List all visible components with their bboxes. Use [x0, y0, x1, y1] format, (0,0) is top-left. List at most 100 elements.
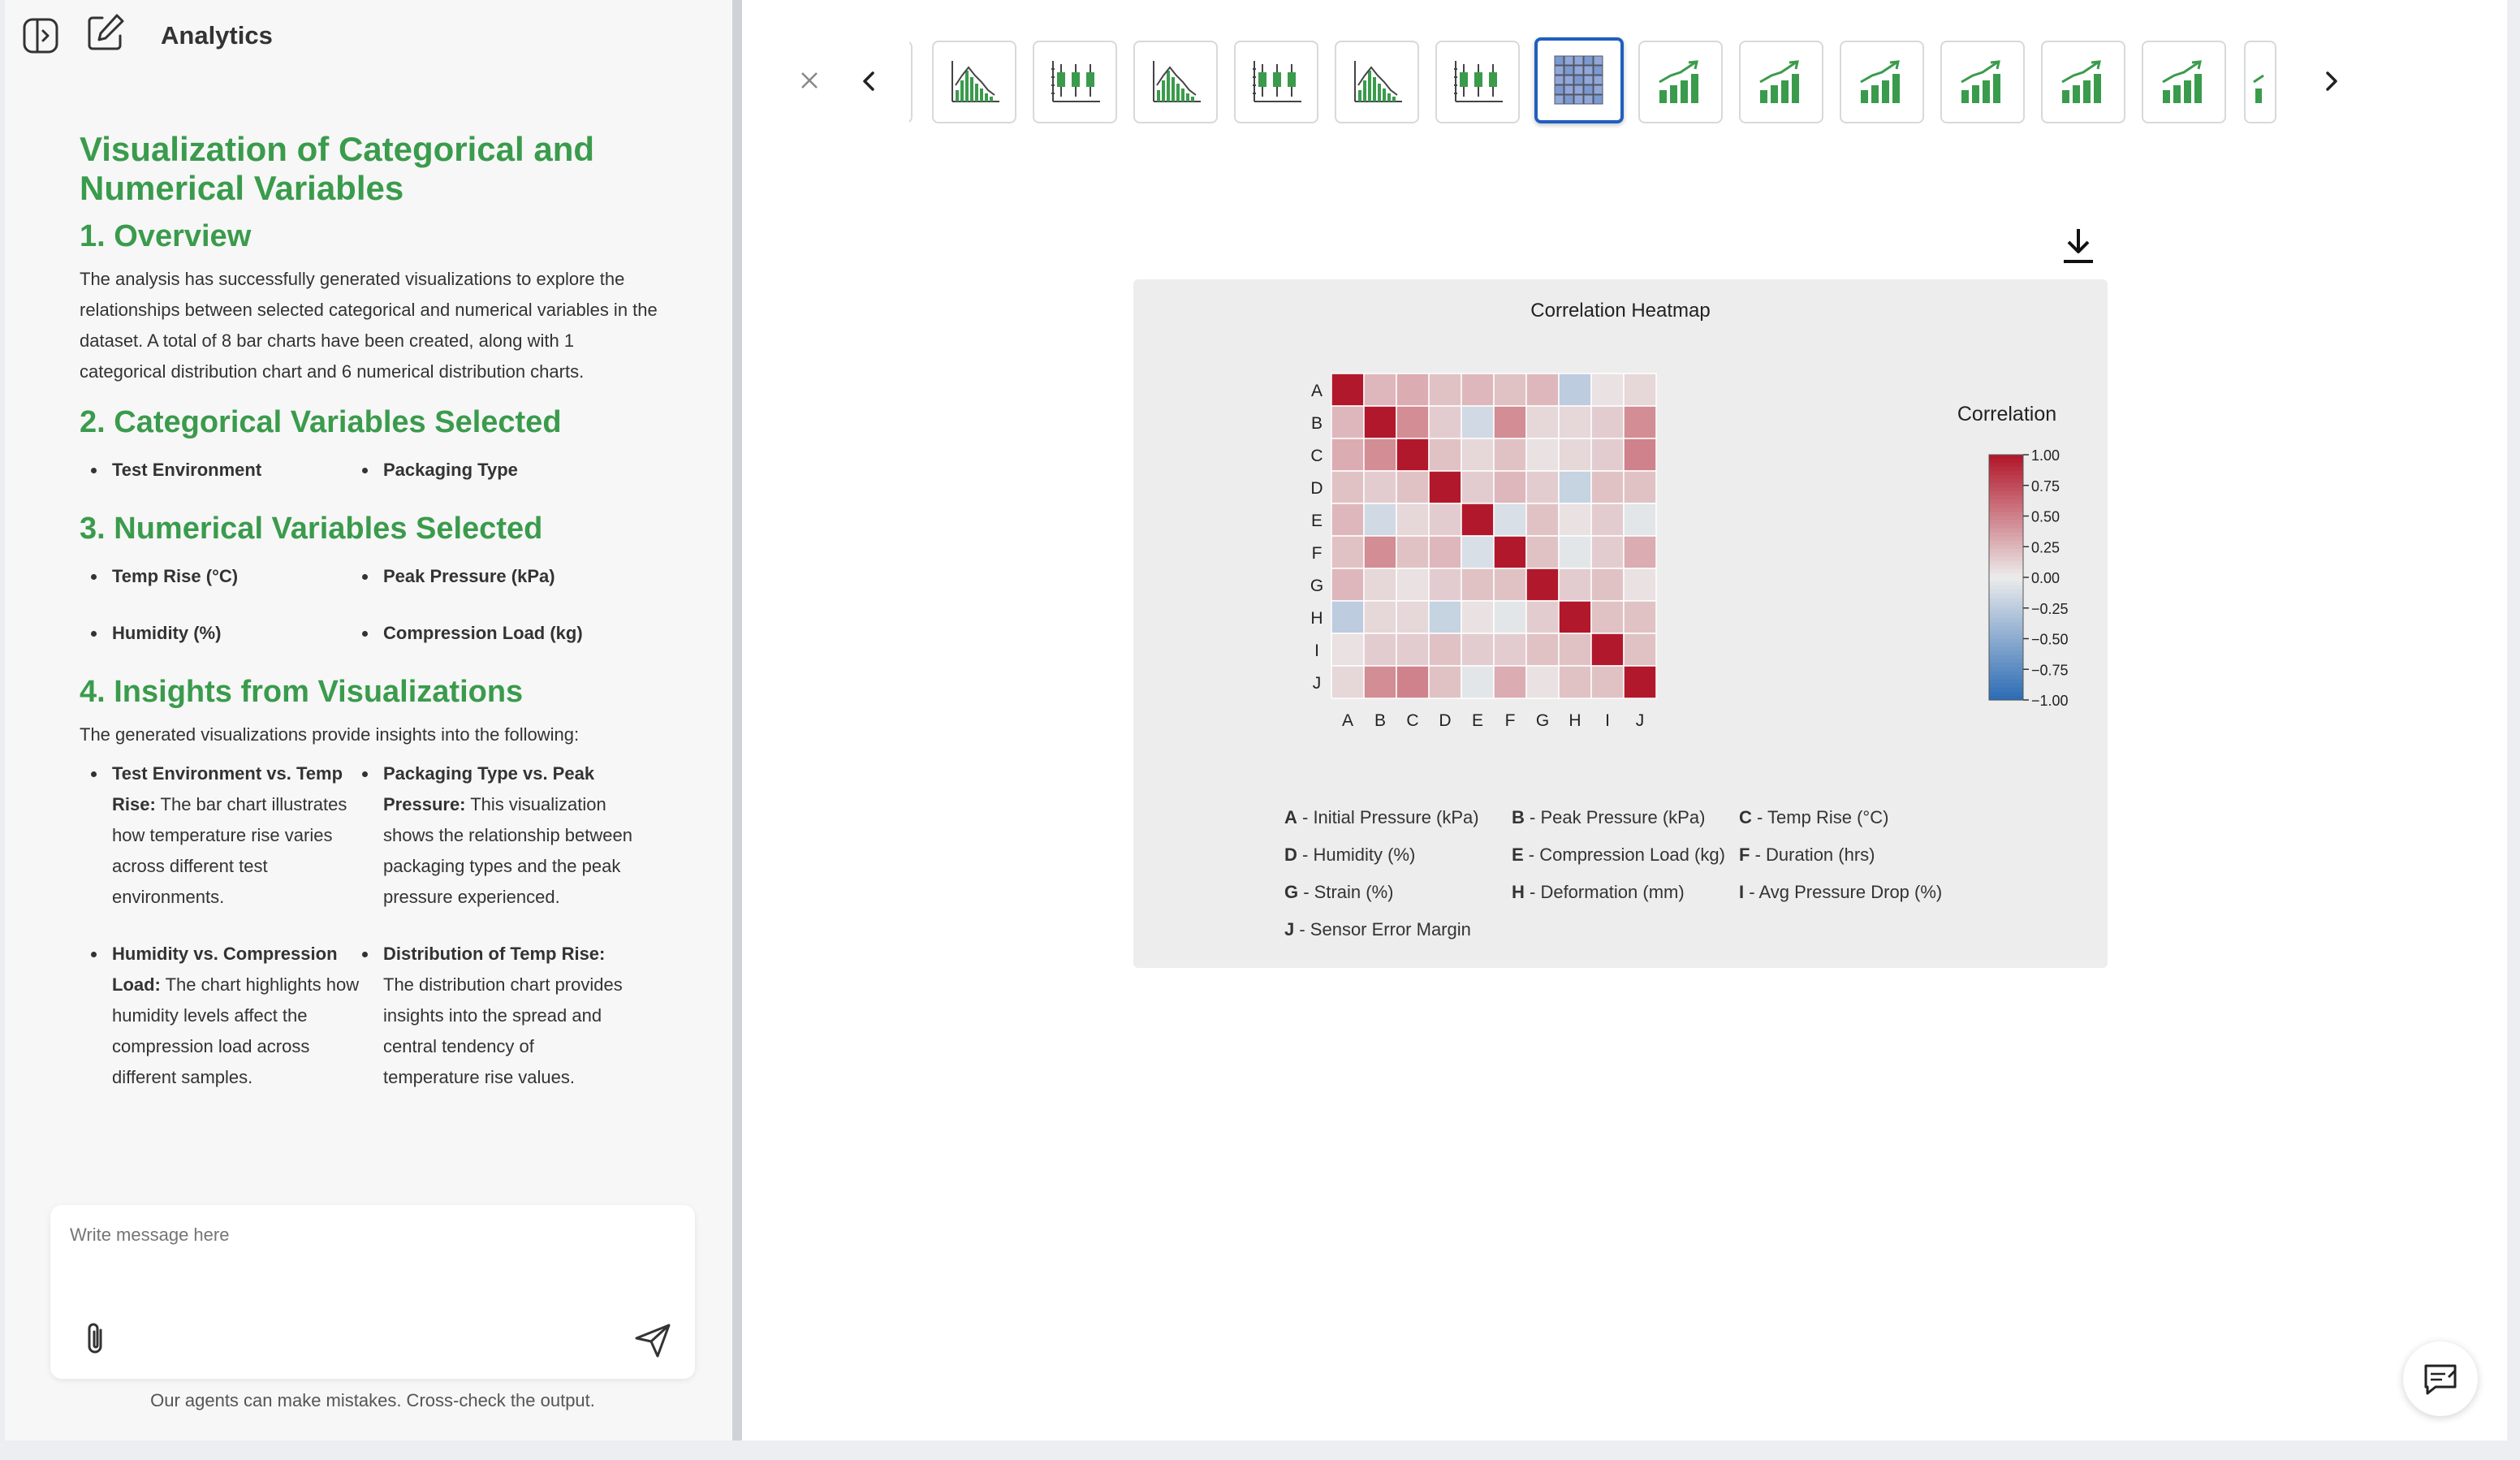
chart-thumbnail-strip [742, 37, 2507, 128]
message-composer [50, 1205, 695, 1379]
heatmap-cell [1461, 633, 1495, 667]
chart-thumbnail-histogram[interactable] [1133, 41, 1218, 123]
chart-thumbnail-growth-bar[interactable] [1638, 41, 1723, 123]
heatmap-cell [1623, 438, 1657, 472]
list-item: Distribution of Temp Rise: The distribut… [362, 939, 633, 1093]
colorbar-segment [1989, 602, 2023, 607]
colorbar-segment [1989, 671, 2023, 676]
chart-thumbnail-growth-bar[interactable] [1940, 41, 2025, 123]
col-tick-label: D [1439, 711, 1451, 730]
colorbar-segment [1989, 491, 2023, 496]
heatmap-cell [1428, 438, 1462, 472]
heatmap-cell [1590, 600, 1625, 634]
row-tick-label: C [1310, 447, 1323, 465]
heatmap-cell [1525, 535, 1560, 569]
heatmap-cell [1590, 438, 1625, 472]
heatmap-cell [1396, 633, 1430, 667]
colorbar-segment [1989, 630, 2023, 636]
variable-key-item: E - Compression Load (kg) [1512, 844, 1725, 865]
colorbar-tick-label: 1.00 [2031, 447, 2060, 464]
download-icon[interactable] [2060, 226, 2096, 265]
heatmap-cell [1428, 405, 1462, 439]
heatmap-cell [1558, 503, 1592, 537]
colorbar-tick-label: −0.50 [2031, 632, 2069, 648]
col-tick-label: C [1406, 711, 1418, 730]
heatmap-cell [1623, 633, 1657, 667]
chart-thumbnail-boxplot[interactable] [1234, 41, 1318, 123]
thumbnail-list [909, 37, 2314, 128]
heatmap-cell [1428, 633, 1462, 667]
boxplot-icon [1253, 61, 1301, 102]
colorbar-segment [1989, 622, 2023, 627]
chart-thumbnail-growth-bar[interactable] [2041, 41, 2125, 123]
heatmap-cell [1331, 568, 1365, 602]
chart-thumbnail-heatmap[interactable] [1534, 37, 1624, 123]
chart-thumbnail-growth-bar[interactable] [1840, 41, 1924, 123]
list-item: Compression Load (kg) [362, 618, 633, 649]
chart-thumbnail-boxplot[interactable] [1033, 41, 1117, 123]
heatmap-cell [1493, 438, 1527, 472]
chart-thumbnail-partial-bar[interactable] [909, 41, 913, 123]
colorbar-segment [1989, 528, 2023, 533]
heatmap-cell [1396, 665, 1430, 699]
sidebar-toggle-icon[interactable] [19, 15, 62, 57]
variable-key-item: B - Peak Pressure (kPa) [1512, 807, 1706, 827]
colorbar-tick-label: −0.75 [2031, 662, 2069, 678]
col-tick-label: G [1536, 711, 1549, 730]
heatmap-cell [1461, 503, 1495, 537]
heatmap-cell [1558, 535, 1592, 569]
categorical-list: Test Environment Packaging Type [91, 455, 664, 512]
chart-thumbnail-histogram[interactable] [1335, 41, 1419, 123]
paperclip-icon[interactable] [80, 1319, 112, 1359]
variable-key-item: J - Sensor Error Margin [1284, 919, 1471, 939]
colorbar-segment [1989, 646, 2023, 652]
colorbar-segment [1989, 659, 2023, 664]
feedback-button[interactable] [2403, 1341, 2478, 1416]
section-heading: 4. Insights from Visualizations [80, 675, 524, 709]
numerical-list: Temp Rise (°C) Peak Pressure (kPa) Humid… [91, 561, 664, 675]
message-input[interactable] [70, 1225, 638, 1246]
chevron-left-icon[interactable] [854, 65, 883, 97]
heatmap-cell [1396, 405, 1430, 439]
send-icon[interactable] [632, 1319, 674, 1361]
heatmap-cell [1623, 665, 1657, 699]
heatmap-cell [1331, 535, 1365, 569]
colorbar-segment [1989, 610, 2023, 615]
heatmap-cell [1363, 535, 1397, 569]
new-chat-icon[interactable] [84, 11, 127, 54]
heatmap-cell [1590, 503, 1625, 537]
colorbar-tick-label: −1.00 [2031, 693, 2069, 709]
chart-thumbnail-growth-bar[interactable] [2142, 41, 2226, 123]
heatmap-cell [1493, 535, 1527, 569]
variable-key-item: I - Avg Pressure Drop (%) [1739, 882, 1943, 902]
chevron-right-icon[interactable] [2317, 65, 2346, 97]
chart-thumbnail-boxplot[interactable] [1435, 41, 1520, 123]
heatmap-icon [1554, 55, 1603, 105]
chart-thumbnail-histogram[interactable] [932, 41, 1016, 123]
colorbar-segment [1989, 495, 2023, 500]
heatmap-cell [1461, 405, 1495, 439]
heatmap-cell [1363, 665, 1397, 699]
heatmap-cell [1590, 535, 1625, 569]
row-tick-label: A [1311, 382, 1323, 400]
col-tick-label: E [1472, 711, 1483, 730]
colorbar-tick-label: 0.75 [2031, 478, 2060, 495]
chart-thumbnail-growth-bar[interactable] [1739, 41, 1823, 123]
colorbar-segment [1989, 634, 2023, 640]
colorbar-segment [1989, 568, 2023, 574]
close-icon[interactable] [796, 67, 823, 94]
colorbar-segment [1989, 667, 2023, 672]
heatmap-cell [1525, 373, 1560, 407]
panel-divider[interactable] [732, 0, 742, 1441]
col-tick-label: F [1505, 711, 1516, 730]
chart-thumbnail-partial-growth[interactable] [2244, 41, 2276, 123]
growth-bar-icon [2061, 60, 2101, 103]
heatmap-cell [1428, 470, 1462, 504]
colorbar-segment [1989, 512, 2023, 517]
overview-text: The analysis has successfully generated … [80, 269, 658, 382]
heatmap-cell [1363, 438, 1397, 472]
heatmap-cell [1428, 665, 1462, 699]
colorbar-segment [1989, 540, 2023, 546]
heatmap-cell [1428, 503, 1462, 537]
heatmap-cell [1558, 600, 1592, 634]
